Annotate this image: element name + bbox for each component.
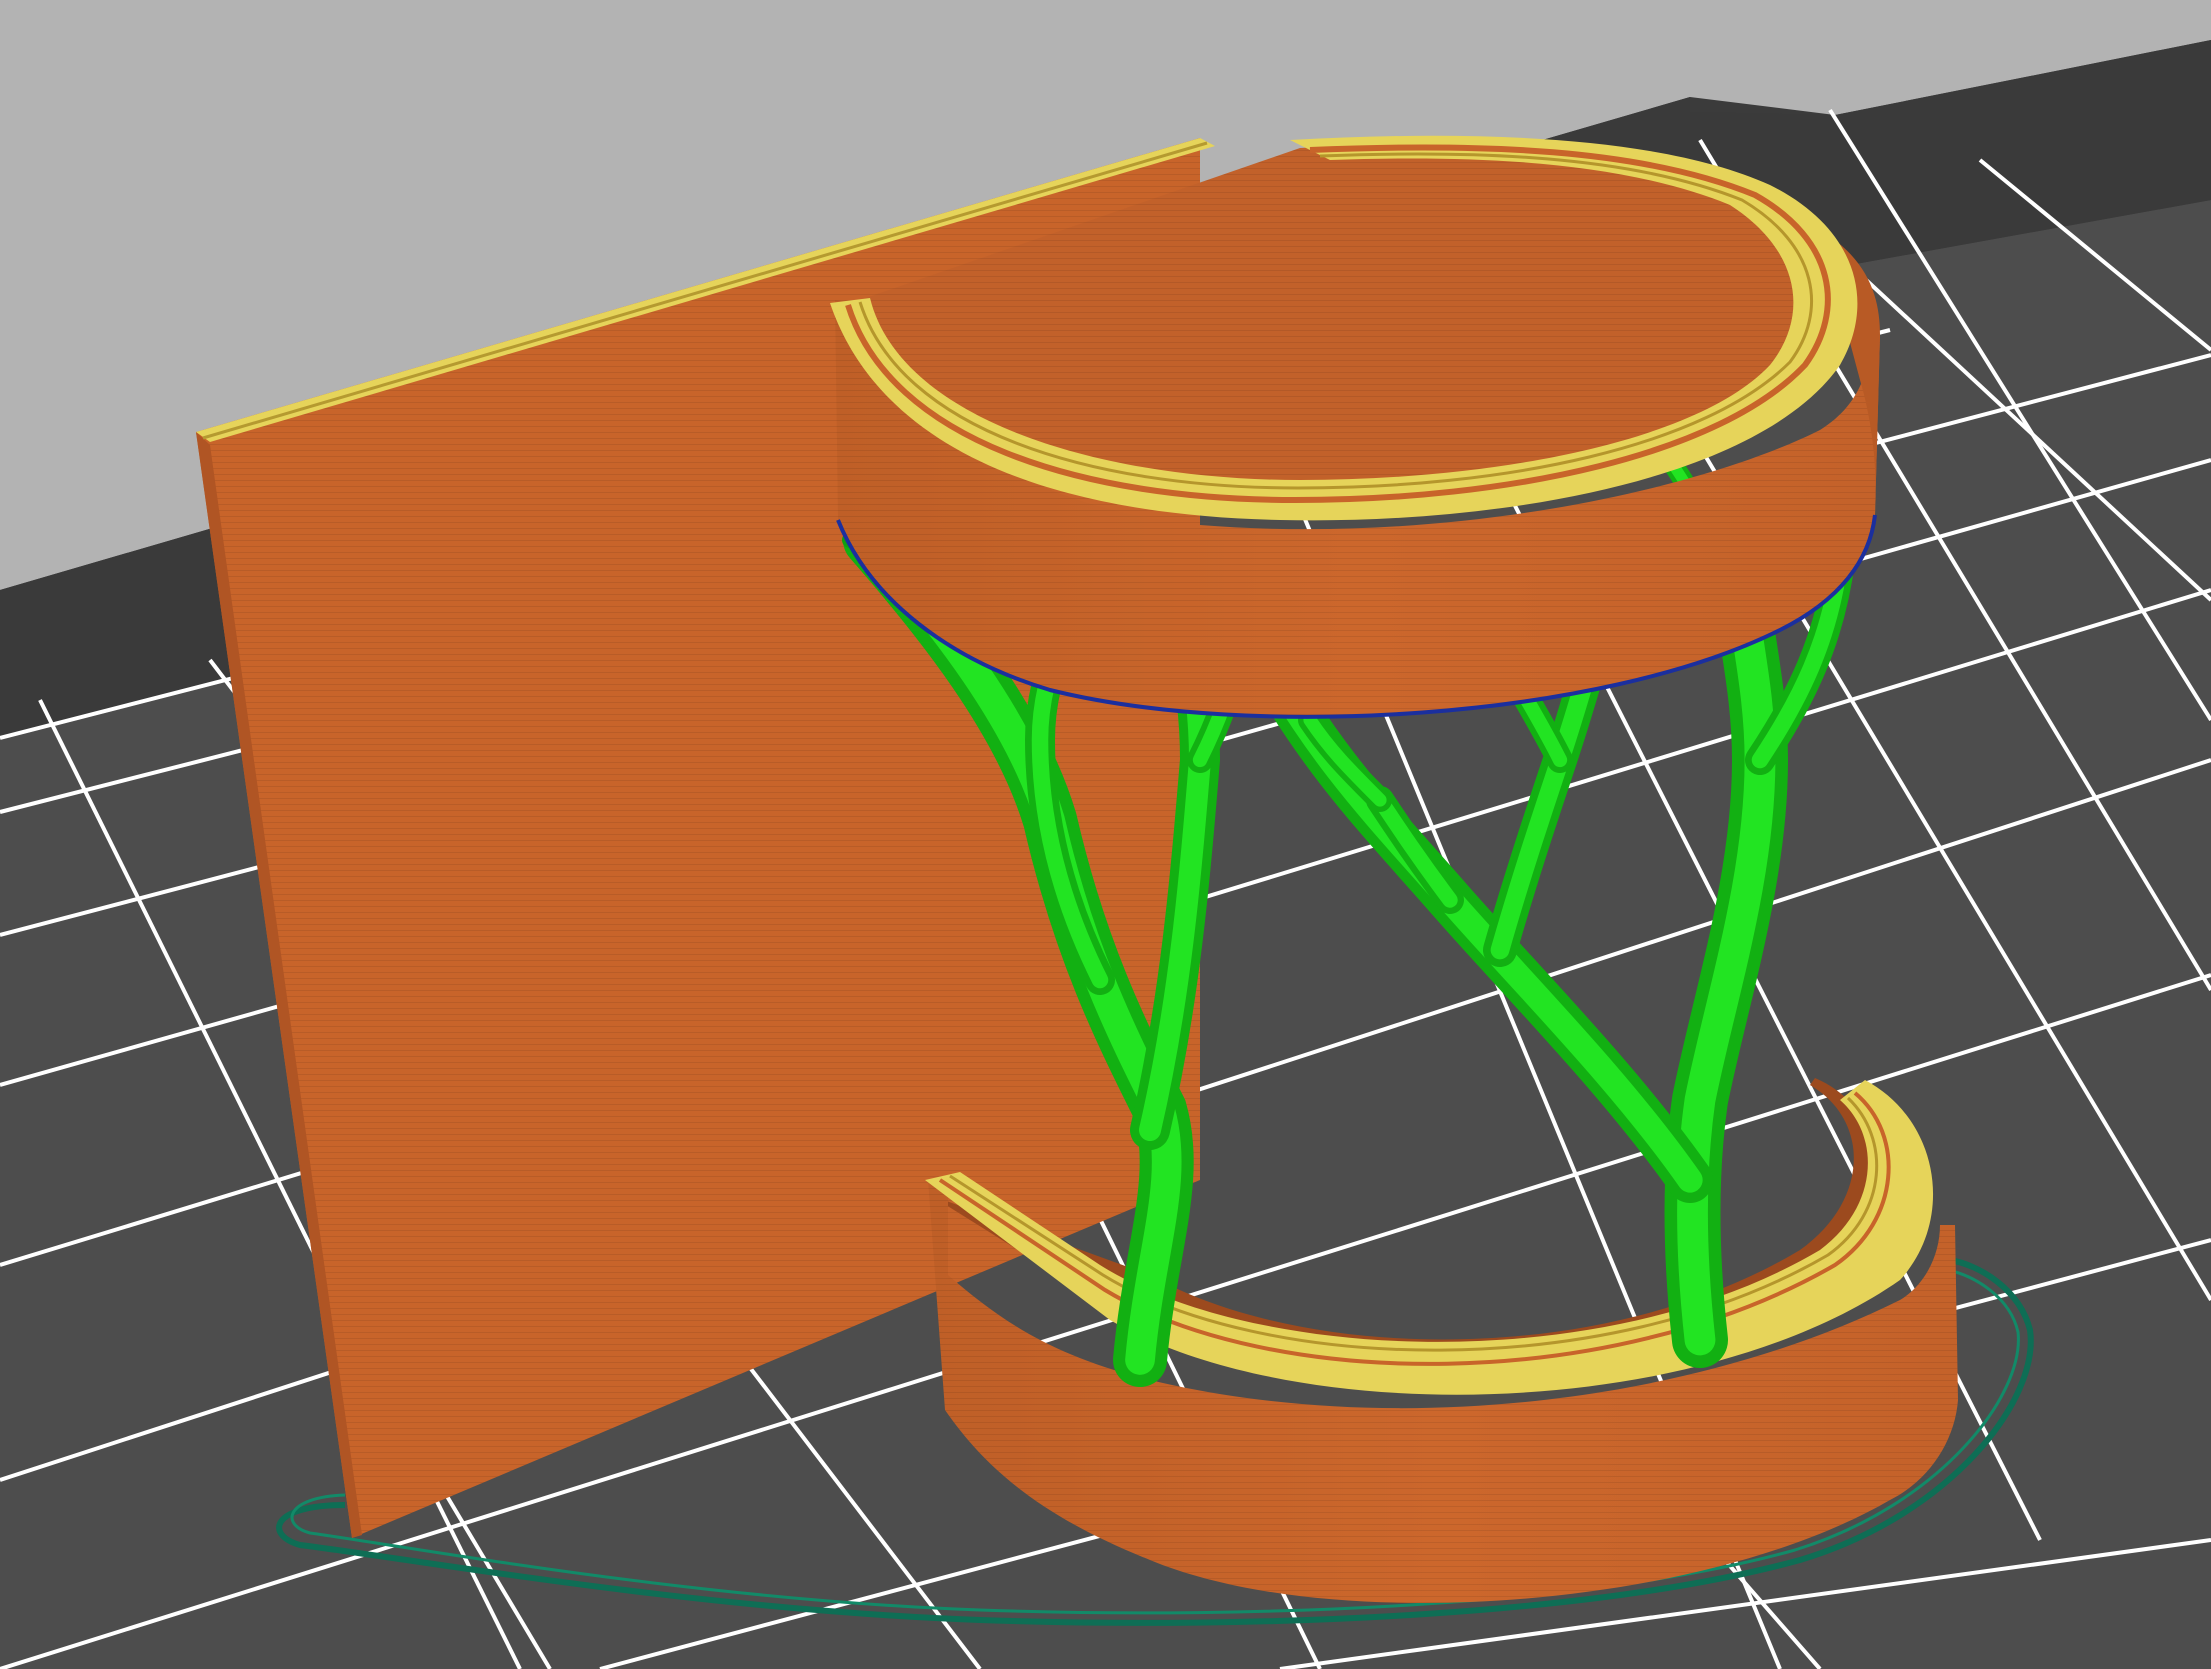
scene-svg[interactable] [0, 0, 2211, 1669]
3d-preview-viewport[interactable] [0, 0, 2211, 1669]
